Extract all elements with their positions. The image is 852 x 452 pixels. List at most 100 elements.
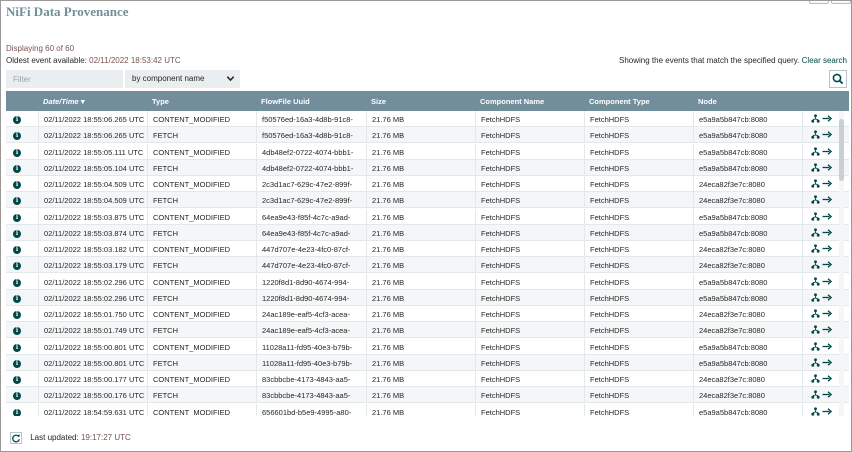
info-circle-icon[interactable]: i [13, 181, 21, 189]
filter-by-select[interactable]: by component name [125, 70, 240, 88]
table-scrollbar[interactable] [839, 111, 844, 416]
table-row[interactable]: i 02/11/2022 18:55:00.176 UTC FETCH 83cbbcb… [6, 387, 849, 404]
info-circle-icon[interactable]: i [13, 359, 21, 368]
table-row[interactable]: i 02/11/2022 18:55:03.874 UTC FETCH 64ea9e4… [6, 224, 849, 241]
table-row[interactable]: i 02/11/2022 18:55:00.801 UTC FETCH 11028a1… [6, 354, 849, 371]
table-row[interactable]: i 02/11/2022 18:55:03.875 UTC CONTENT_MODI… [6, 208, 849, 225]
table-row[interactable]: i 02/11/2022 18:55:04.509 UTC CONTENT_MODI… [6, 176, 849, 192]
table-row[interactable]: i 02/11/2022 18:55:02.296 UTC CONTENT_MODI… [6, 273, 849, 290]
arrow-right-icon[interactable] [822, 277, 833, 288]
column-header-component-type[interactable]: Component Type [589, 97, 650, 106]
clear-search-link[interactable]: Clear search [802, 56, 847, 65]
cell-ctype: FetchHDFS [584, 159, 693, 176]
info-circle-icon[interactable]: i [13, 376, 21, 384]
arrow-right-icon[interactable] [822, 130, 833, 141]
lineage-icon[interactable] [811, 390, 820, 401]
refresh-button[interactable] [10, 432, 22, 444]
info-circle-icon[interactable]: i [13, 116, 21, 124]
table-row[interactable]: i 02/11/2022 18:55:04.509 UTC FETCH 2c3d1ac… [6, 192, 849, 209]
arrow-right-icon[interactable] [822, 114, 833, 125]
table-row[interactable]: i 02/11/2022 18:55:06.265 UTC CONTENT_MODI… [6, 111, 849, 127]
table-row[interactable]: i 02/11/2022 18:55:05.104 UTC FETCH 4db48ef… [6, 159, 849, 176]
row-actions-cell [802, 111, 840, 127]
table-row[interactable]: i 02/11/2022 18:55:03.179 UTC FETCH 447d707… [6, 257, 849, 274]
column-header-component-name[interactable]: Component Name [480, 97, 544, 106]
table-row[interactable]: i 02/11/2022 18:55:06.265 UTC FETCH f50576e… [6, 127, 849, 144]
lineage-icon[interactable] [811, 293, 820, 304]
arrow-right-icon[interactable] [822, 309, 833, 320]
window-control-button[interactable] [809, 1, 829, 4]
cell-node: 24eca82f3e7c:8080 [693, 241, 802, 257]
arrow-right-icon[interactable] [822, 342, 833, 353]
column-header-type[interactable]: Type [152, 97, 169, 106]
lineage-icon[interactable] [811, 211, 820, 223]
lineage-icon[interactable] [811, 179, 820, 190]
scrollbar-thumb[interactable] [839, 119, 844, 181]
search-button[interactable] [829, 70, 847, 88]
arrow-right-icon[interactable] [822, 390, 833, 401]
dialog-title: NiFi Data Provenance [6, 4, 129, 19]
info-circle-icon[interactable]: i [13, 278, 21, 287]
column-header-size[interactable]: Size [371, 97, 386, 106]
table-row[interactable]: i 02/11/2022 18:55:00.177 UTC CONTENT_MODI… [6, 371, 849, 387]
lineage-icon[interactable] [811, 406, 820, 417]
info-circle-icon[interactable]: i [13, 164, 21, 173]
lineage-icon[interactable] [811, 130, 820, 141]
info-circle-icon[interactable]: i [13, 148, 21, 157]
info-circle-icon[interactable]: i [13, 246, 21, 254]
lineage-icon[interactable] [811, 260, 820, 271]
arrow-right-icon[interactable] [822, 179, 833, 190]
info-circle-icon[interactable]: i [13, 294, 21, 303]
lineage-icon[interactable] [811, 146, 820, 158]
table-row[interactable]: i 02/11/2022 18:55:01.750 UTC CONTENT_MODI… [6, 306, 849, 322]
info-circle-icon[interactable]: i [13, 327, 21, 336]
cell-component: FetchHDFS [475, 224, 584, 241]
info-circle-icon[interactable]: i [13, 213, 21, 222]
arrow-right-icon[interactable] [822, 244, 833, 255]
lineage-icon[interactable] [811, 341, 820, 353]
table-row[interactable]: i 02/11/2022 18:55:02.296 UTC FETCH 1220f8d… [6, 289, 849, 306]
arrow-right-icon[interactable] [822, 212, 833, 223]
info-circle-icon[interactable]: i [13, 343, 21, 352]
lineage-icon[interactable] [811, 358, 820, 369]
arrow-right-icon[interactable] [822, 374, 833, 385]
arrow-right-icon[interactable] [822, 325, 833, 336]
lineage-icon[interactable] [811, 309, 820, 320]
info-circle-icon[interactable]: i [13, 408, 21, 416]
arrow-right-icon[interactable] [822, 358, 833, 369]
arrow-right-icon[interactable] [822, 195, 833, 206]
info-circle-icon[interactable]: i [13, 132, 21, 141]
arrow-right-icon[interactable] [822, 407, 833, 417]
lineage-icon[interactable] [811, 244, 820, 255]
table-row[interactable]: i 02/11/2022 18:55:03.182 UTC CONTENT_MODI… [6, 241, 849, 257]
cell-component: FetchHDFS [475, 273, 584, 290]
window-close-button[interactable] [831, 1, 851, 4]
cell-size: 21.76 MB [366, 338, 475, 355]
lineage-icon[interactable] [811, 228, 820, 239]
filter-input[interactable] [6, 70, 123, 88]
table-row[interactable]: i 02/11/2022 18:54:59.631 UTC CONTENT_MODI… [6, 403, 849, 417]
column-header-node[interactable]: Node [698, 97, 717, 106]
table-row[interactable]: i 02/11/2022 18:55:00.801 UTC CONTENT_MODI… [6, 338, 849, 355]
table-row[interactable]: i 02/11/2022 18:55:05.111 UTC CONTENT_MODI… [6, 143, 849, 160]
arrow-right-icon[interactable] [822, 163, 833, 174]
table-row[interactable]: i 02/11/2022 18:55:01.749 UTC FETCH 24ac189… [6, 322, 849, 339]
info-circle-icon[interactable]: i [13, 392, 21, 401]
column-header-uuid[interactable]: FlowFile Uuid [261, 97, 310, 106]
arrow-right-icon[interactable] [822, 260, 833, 271]
info-circle-icon[interactable]: i [13, 197, 21, 206]
arrow-right-icon[interactable] [822, 228, 833, 239]
lineage-icon[interactable] [811, 114, 820, 125]
lineage-icon[interactable] [811, 163, 820, 174]
row-actions-cell [802, 241, 840, 257]
info-circle-icon[interactable]: i [13, 229, 21, 238]
arrow-right-icon[interactable] [822, 293, 833, 304]
column-header-datetime[interactable]: Date/Time ▾ [43, 97, 85, 106]
lineage-icon[interactable] [811, 276, 820, 288]
arrow-right-icon[interactable] [822, 147, 833, 158]
lineage-icon[interactable] [811, 374, 820, 385]
info-circle-icon[interactable]: i [13, 311, 21, 319]
info-circle-icon[interactable]: i [13, 262, 21, 271]
lineage-icon[interactable] [811, 195, 820, 206]
lineage-icon[interactable] [811, 325, 820, 336]
